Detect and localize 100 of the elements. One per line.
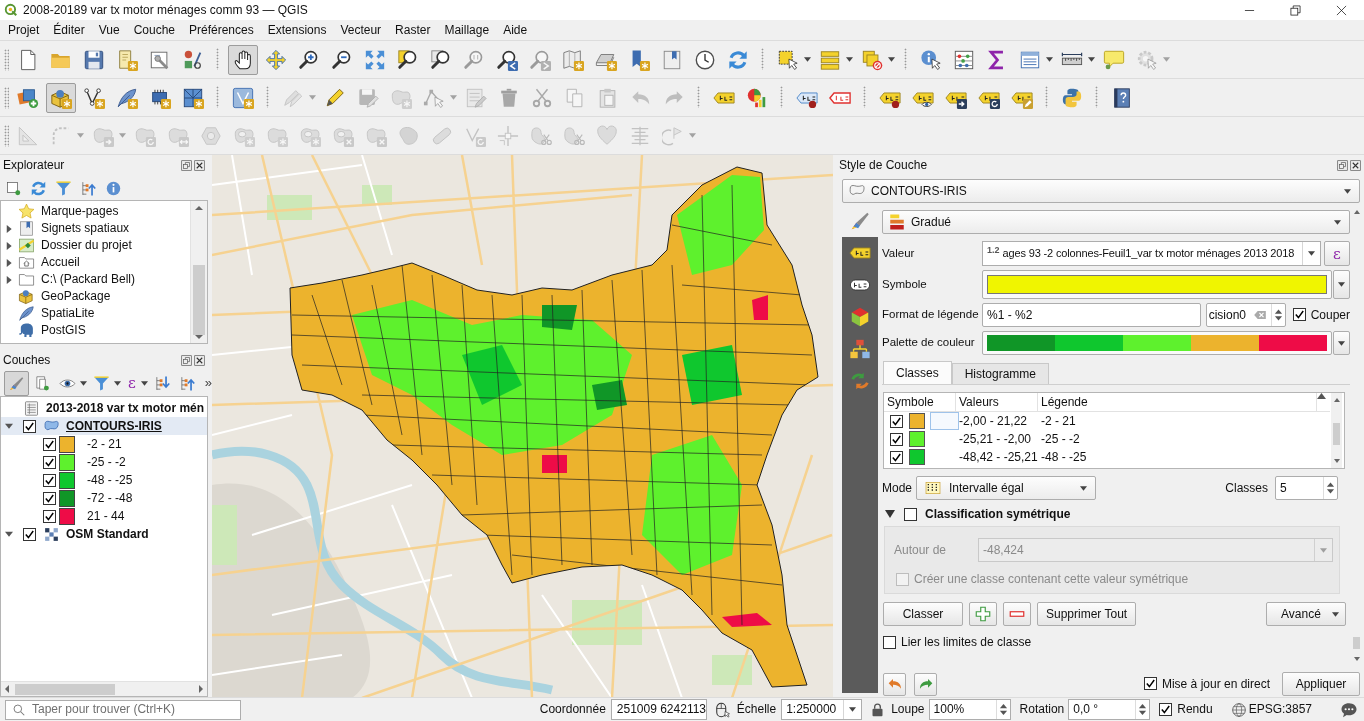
mode-combo[interactable]: Intervalle égal (916, 476, 1096, 500)
caret-icon[interactable] (1332, 611, 1339, 617)
remove-class-button[interactable] (1003, 602, 1031, 626)
caret-icon[interactable] (1046, 57, 1053, 62)
expand-arrow-icon[interactable] (5, 224, 13, 233)
menu-item[interactable]: Projet (1, 21, 47, 39)
legend-format-field[interactable]: %1 - %2 (982, 303, 1201, 327)
expand-arrows-icon[interactable] (363, 48, 386, 71)
zoom-in-icon[interactable] (297, 48, 320, 71)
caret-icon[interactable] (1088, 57, 1095, 62)
delete-all-button[interactable]: Supprimer Tout (1037, 602, 1137, 626)
color-swatch[interactable] (909, 431, 925, 447)
expand-arrow-icon[interactable] (5, 530, 13, 538)
layer-name[interactable]: OSM Standard (66, 526, 149, 542)
expand-arrow-icon[interactable] (5, 422, 13, 430)
dropdown-button[interactable] (1333, 270, 1350, 299)
menu-item[interactable]: Maillage (437, 21, 497, 39)
caret-icon[interactable] (1080, 485, 1087, 491)
menu-item[interactable]: Vecteur (333, 21, 389, 39)
map-star-icon[interactable] (561, 48, 584, 71)
checkbox[interactable] (1143, 677, 1157, 691)
rotation-spinbox[interactable]: 0,0 ° (1068, 699, 1151, 720)
color-swatch[interactable] (909, 449, 925, 465)
hand-icon[interactable] (227, 44, 258, 75)
checkbox[interactable] (1292, 308, 1306, 322)
advanced-button[interactable]: Avancé (1266, 602, 1346, 626)
dropdown-button[interactable] (1333, 331, 1350, 355)
menu-item[interactable]: Raster (388, 21, 438, 39)
close-icon[interactable] (194, 355, 205, 366)
checkbox-label[interactable]: Mise à jour en direct (1161, 676, 1270, 692)
restore-icon[interactable] (1289, 4, 1301, 16)
layer-combo[interactable]: CONTOURS-IRIS (842, 179, 1360, 203)
lock-icon[interactable] (870, 701, 886, 718)
tree-item[interactable]: Dossier du projet (1, 237, 190, 254)
tree-up-icon[interactable] (178, 374, 196, 392)
close-icon[interactable] (1350, 160, 1361, 171)
layer-name[interactable]: CONTOURS-IRIS (66, 418, 162, 434)
layer-row[interactable]: OSM Standard (1, 525, 207, 543)
float-icon[interactable] (1337, 160, 1348, 171)
checkbox[interactable] (1159, 703, 1173, 716)
caret-icon[interactable] (888, 57, 895, 62)
renderer-combo[interactable]: Gradué (882, 210, 1350, 234)
layers-plus-icon[interactable] (16, 86, 39, 109)
caret-icon[interactable] (1338, 340, 1345, 346)
magnifier-page-icon[interactable] (429, 48, 452, 71)
tree-item[interactable]: Signets spatiaux (1, 220, 190, 237)
caret-icon[interactable] (1308, 251, 1315, 256)
caret-icon[interactable] (804, 57, 811, 62)
vertex-star-icon[interactable] (82, 86, 105, 109)
scrollbar[interactable] (1, 681, 207, 696)
menu-item[interactable]: Couche (126, 21, 182, 39)
expand-arrow-icon[interactable] (5, 241, 13, 250)
checkbox[interactable] (883, 635, 896, 649)
tree-item[interactable]: SpatiaLite (1, 305, 190, 322)
chat-bubble-icon[interactable] (1340, 700, 1358, 719)
spin-arrows-icon[interactable] (1323, 477, 1337, 499)
pages-plus-icon[interactable] (34, 374, 51, 392)
feather-star-icon[interactable] (115, 86, 138, 109)
crs-button[interactable]: EPSG:3857 (1228, 700, 1314, 719)
menu-item[interactable]: Préférences (182, 21, 261, 39)
tree-item[interactable]: GeoPackage (1, 288, 190, 305)
overflow-button[interactable]: » (201, 375, 215, 391)
clock-icon[interactable] (693, 48, 716, 71)
checkbox[interactable] (890, 432, 903, 446)
zoom-out-icon[interactable] (330, 48, 353, 71)
checkbox[interactable] (43, 455, 56, 469)
paint-brush-icon[interactable] (4, 370, 29, 396)
legend-item[interactable]: -48 - -25 (1, 471, 207, 489)
checkbox-label[interactable]: Lier les limites de classe (901, 635, 1032, 650)
checkbox-label[interactable]: Rendu (1177, 702, 1213, 717)
color-ramp-button[interactable] (982, 331, 1332, 355)
legend-item[interactable]: 21 - 44 (1, 507, 207, 525)
caret-icon[interactable] (140, 380, 148, 386)
magnifier-back-icon[interactable] (495, 48, 518, 71)
coordinate-field[interactable]: 251009 6242113 (610, 699, 707, 720)
tree-item[interactable]: C:\ (Packard Bell) (1, 271, 190, 288)
checkbox[interactable] (23, 419, 36, 433)
tree-item[interactable]: Accueil (1, 254, 190, 271)
float-icon[interactable] (181, 355, 192, 366)
precision-spinbox[interactable]: cision0 (1205, 303, 1286, 327)
grid-star-icon[interactable] (181, 86, 204, 109)
square-dot-icon[interactable] (5, 179, 22, 197)
column-header[interactable]: Symbole (884, 393, 956, 411)
pie-bars-icon[interactable] (745, 86, 768, 109)
undo-button[interactable] (883, 672, 906, 696)
caret-icon[interactable] (114, 380, 121, 386)
menu-item[interactable]: Extensions (260, 21, 334, 39)
legend-item[interactable]: -25 - -2 (1, 453, 207, 471)
stacked-bars-icon[interactable] (818, 48, 841, 71)
checkbox[interactable] (43, 509, 56, 523)
speech-bubble-icon[interactable] (1102, 48, 1125, 71)
menu-item[interactable]: Éditer (46, 21, 92, 39)
map-drawing[interactable] (212, 155, 833, 697)
caret-icon[interactable] (846, 57, 853, 62)
color-swatch[interactable] (909, 413, 925, 429)
caret-icon[interactable] (80, 380, 87, 386)
refresh-icon[interactable] (726, 48, 749, 71)
vertex-frame-icon[interactable] (231, 86, 254, 109)
magnifier-square-icon[interactable] (396, 48, 419, 71)
checkbox[interactable] (23, 527, 36, 541)
